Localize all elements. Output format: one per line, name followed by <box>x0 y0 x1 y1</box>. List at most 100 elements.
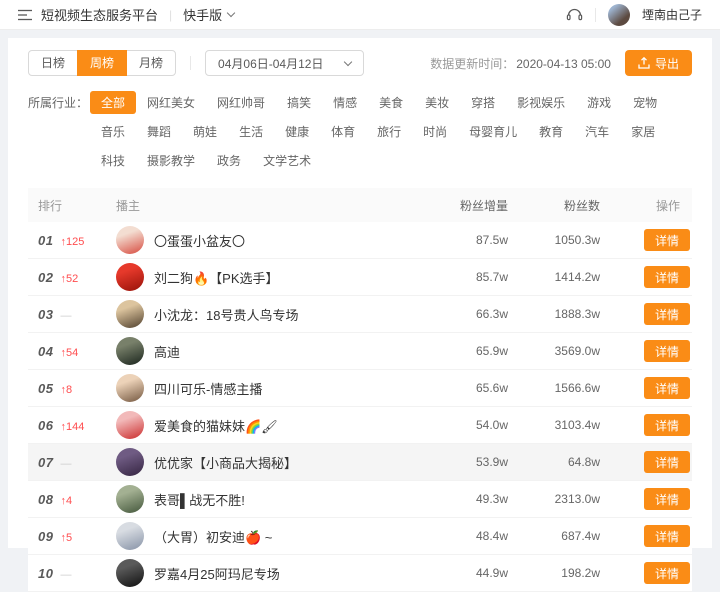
industry-option[interactable]: 母婴育儿 <box>458 120 528 143</box>
detail-button[interactable]: 详情 <box>643 377 690 399</box>
industry-option[interactable]: 旅行 <box>366 120 412 143</box>
headset-icon[interactable] <box>566 7 583 22</box>
main-card: 日榜 周榜 月榜 04月06日-04月12日 数据更新时间： 2020-04-13 0… <box>8 38 712 592</box>
streamer-name[interactable]: 表哥▌战无不胜! <box>154 490 245 509</box>
streamer-avatar[interactable] <box>116 374 144 402</box>
industry-option[interactable]: 穿搭 <box>460 91 506 114</box>
date-range-select[interactable]: 04月06日-04月12日 <box>205 50 365 76</box>
industry-option[interactable]: 美妆 <box>414 91 460 114</box>
rank-number: 07 <box>38 454 54 470</box>
industry-option[interactable]: 健康 <box>274 120 320 143</box>
industry-option[interactable]: 情感 <box>322 91 368 114</box>
industry-option[interactable]: 体育 <box>320 120 366 143</box>
version-select[interactable]: 快手版 <box>183 5 236 24</box>
update-label: 数据更新时间： <box>430 56 515 71</box>
fans-total: 1050.3w <box>554 233 600 247</box>
rank-number: 05 <box>38 380 54 396</box>
detail-button[interactable]: 详情 <box>643 562 690 584</box>
col-rank: 排行 <box>38 198 63 213</box>
streamer-name[interactable]: 爱美食的猫妹妹🌈🖌 <box>154 416 278 435</box>
platform-title: 短视频生态服务平台 <box>41 8 159 23</box>
rank-change: — <box>60 309 72 322</box>
detail-button[interactable]: 详情 <box>643 229 690 251</box>
rank-table: 排行 播主 粉丝增量 粉丝数 操作 01 ↑125 〇蛋蛋小盆友〇 87.5w … <box>28 188 692 592</box>
industry-option[interactable]: 汽车 <box>574 120 620 143</box>
streamer-name[interactable]: 四川可乐-情感主播 <box>154 379 262 398</box>
menu-fold-icon[interactable] <box>18 9 32 21</box>
industry-option[interactable]: 网红美女 <box>136 91 206 114</box>
export-button[interactable]: 导出 <box>624 50 692 76</box>
industry-option[interactable]: 宠物 <box>622 91 668 114</box>
streamer-avatar[interactable] <box>116 411 144 439</box>
fans-total: 3569.0w <box>554 344 600 358</box>
streamer-avatar[interactable] <box>116 448 144 476</box>
industry-option[interactable]: 生活 <box>228 120 274 143</box>
industry-option[interactable]: 萌娃 <box>182 120 228 143</box>
detail-button[interactable]: 详情 <box>643 488 690 510</box>
rank-number: 06 <box>38 417 54 433</box>
col-owner: 播主 <box>116 198 141 213</box>
industry-option[interactable]: 教育 <box>528 120 574 143</box>
table-row: 03 — 小沈龙：18号贵人鸟专场 66.3w 1888.3w 详情 <box>28 296 692 333</box>
fans-gain: 65.6w <box>475 381 508 395</box>
industry-option[interactable]: 音乐 <box>90 120 136 143</box>
industry-option[interactable]: 全部 <box>90 91 137 114</box>
industry-option[interactable]: 家居 <box>620 120 666 143</box>
industry-option[interactable]: 科技 <box>90 149 136 172</box>
username[interactable]: 堙南由己子 <box>642 6 702 23</box>
industry-option[interactable]: 政务 <box>206 149 252 172</box>
topbar: 短视频生态服务平台 | 快手版 堙南由己子 <box>0 0 720 30</box>
version-label: 快手版 <box>183 8 223 23</box>
fans-total: 1414.2w <box>554 270 600 284</box>
streamer-name[interactable]: 小沈龙：18号贵人鸟专场 <box>154 305 298 324</box>
streamer-avatar[interactable] <box>116 226 144 254</box>
fans-total: 1566.6w <box>554 381 600 395</box>
user-avatar[interactable] <box>607 3 630 26</box>
streamer-name[interactable]: （大胃）初安迪🍎 ~ <box>154 527 272 546</box>
rank-number: 10 <box>38 565 54 581</box>
streamer-name[interactable]: 高迪 <box>154 342 180 361</box>
industry-option[interactable]: 网红帅哥 <box>206 91 276 114</box>
streamer-avatar[interactable] <box>116 337 144 365</box>
industry-option[interactable]: 美食 <box>368 91 414 114</box>
streamer-avatar[interactable] <box>116 559 144 587</box>
rank-period-tab[interactable]: 月榜 <box>126 50 177 76</box>
rank-number: 08 <box>38 491 54 507</box>
chevron-down-icon <box>344 57 353 66</box>
industry-option[interactable]: 影视娱乐 <box>506 91 576 114</box>
streamer-name[interactable]: 优优家【小商品大揭秘】 <box>154 453 297 472</box>
fans-total: 198.2w <box>561 566 600 580</box>
streamer-avatar[interactable] <box>116 485 144 513</box>
rank-change: ↑52 <box>60 272 79 285</box>
rank-change: ↑8 <box>60 383 73 396</box>
topbar-right: 堙南由己子 <box>566 3 702 26</box>
rank-number: 03 <box>38 306 54 322</box>
fans-gain: 44.9w <box>475 566 508 580</box>
detail-button[interactable]: 详情 <box>643 525 690 547</box>
streamer-name[interactable]: 〇蛋蛋小盆友〇 <box>154 231 245 250</box>
streamer-avatar[interactable] <box>116 300 144 328</box>
streamer-avatar[interactable] <box>116 263 144 291</box>
detail-button[interactable]: 详情 <box>643 414 690 436</box>
detail-button[interactable]: 详情 <box>643 266 690 288</box>
detail-button[interactable]: 详情 <box>643 340 690 362</box>
fans-gain: 53.9w <box>475 455 508 469</box>
streamer-name[interactable]: 刘二狗🔥【PK选手】 <box>154 268 279 287</box>
fans-gain: 85.7w <box>475 270 508 284</box>
industry-option[interactable]: 搞笑 <box>276 91 322 114</box>
industry-option[interactable]: 游戏 <box>576 91 622 114</box>
industry-option[interactable]: 舞蹈 <box>136 120 182 143</box>
toolbar-divider <box>190 56 192 70</box>
export-label: 导出 <box>654 56 679 71</box>
col-gain: 粉丝增量 <box>459 198 508 213</box>
streamer-avatar[interactable] <box>116 522 144 550</box>
detail-button[interactable]: 详情 <box>643 303 690 325</box>
rank-period-tab[interactable]: 周榜 <box>77 50 128 76</box>
streamer-name[interactable]: 罗嘉4月25阿玛尼专场 <box>154 564 280 583</box>
industry-option[interactable]: 时尚 <box>412 120 458 143</box>
detail-button[interactable]: 详情 <box>643 451 690 473</box>
industry-option[interactable]: 摄影教学 <box>136 149 206 172</box>
upload-icon <box>638 57 650 69</box>
industry-option[interactable]: 文学艺术 <box>252 149 322 172</box>
rank-period-tab[interactable]: 日榜 <box>28 50 79 76</box>
